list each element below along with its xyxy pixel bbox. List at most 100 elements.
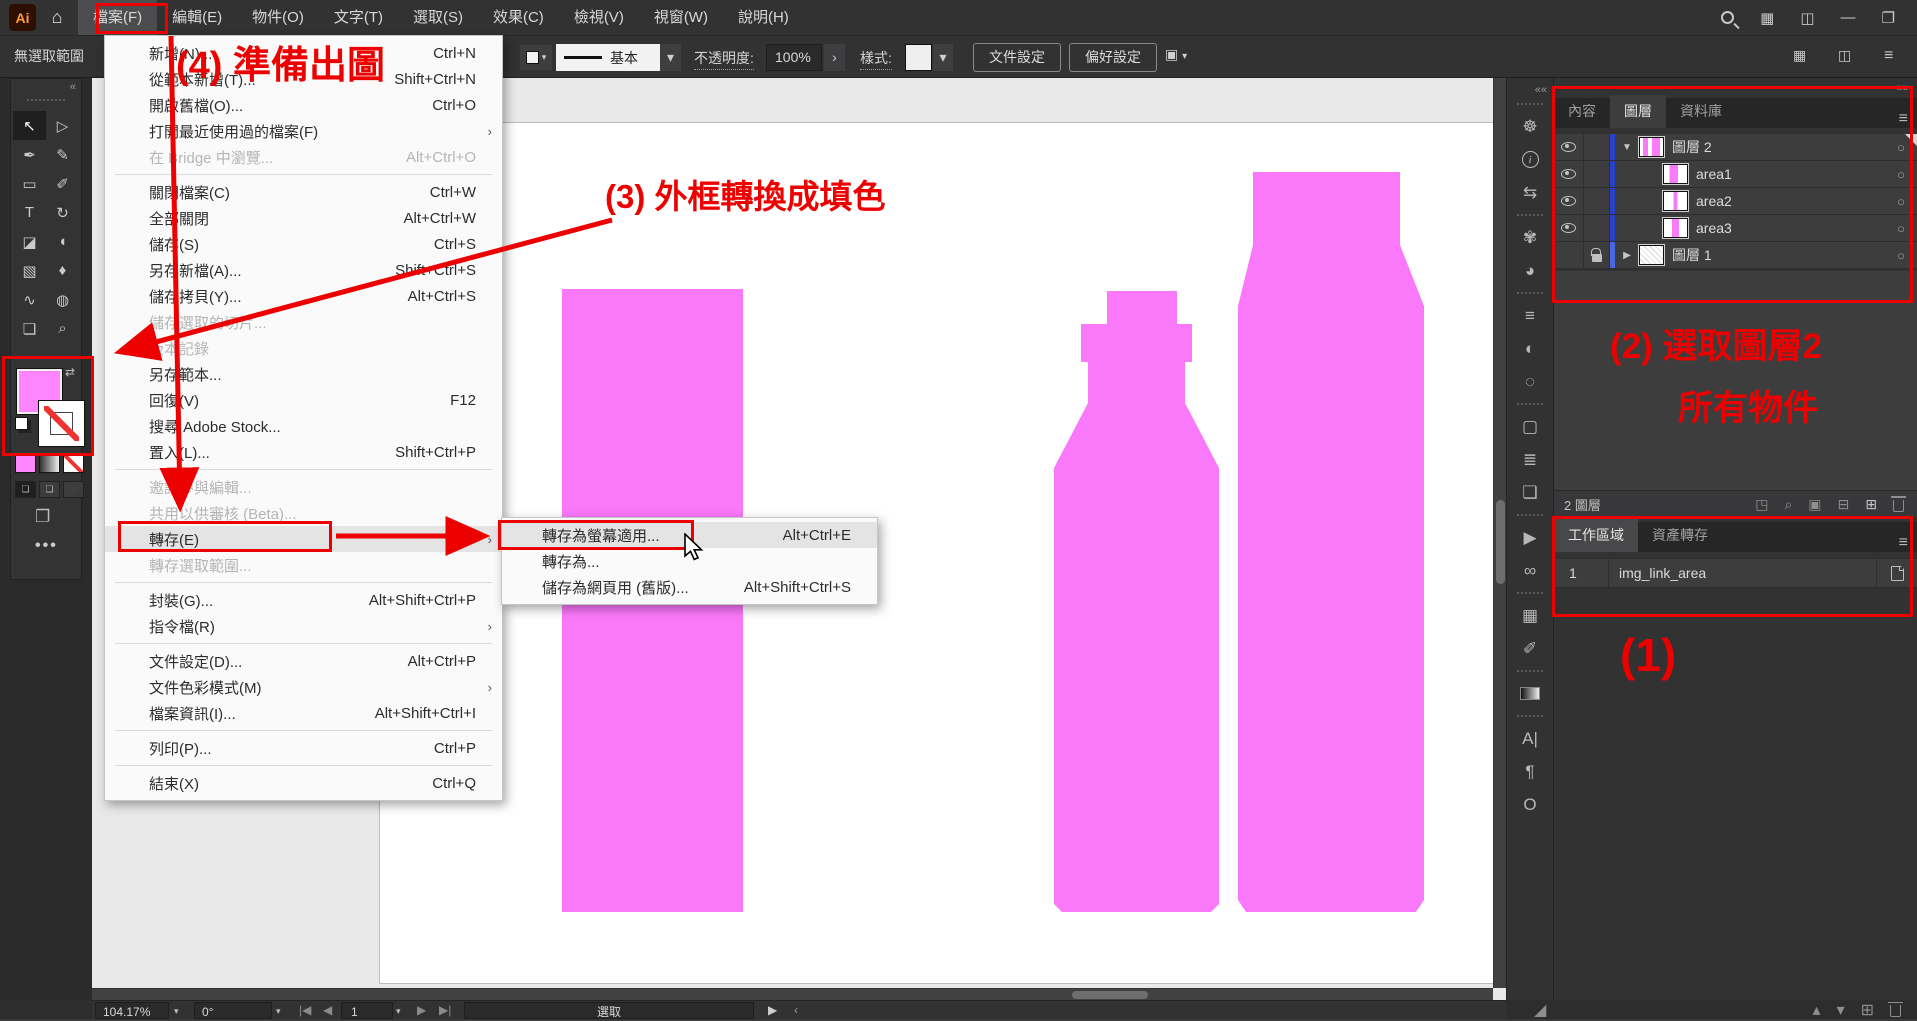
file-menu-item-6[interactable]: 關閉檔案(C)Ctrl+W [105,179,502,205]
rectangle-tool[interactable]: ▭ [13,169,46,198]
export-submenu-item-2[interactable]: 儲存為網頁用 (舊版)...Alt+Shift+Ctrl+S [502,574,877,600]
rotation-field[interactable]: 0° [194,1002,272,1019]
dock-drag-handle[interactable] [1517,403,1543,405]
artboard-page-icon[interactable] [1891,566,1904,581]
new-layer-icon[interactable]: ⊞ [1865,496,1877,513]
file-menu-item-2[interactable]: 開啟舊檔(O)...Ctrl+O [105,92,502,118]
resize-handle-icon[interactable]: ◢ [1506,1000,1546,1020]
style-label[interactable]: 樣式: [860,48,892,70]
dock-drag-handle[interactable] [1517,103,1543,105]
panel-menu-icon[interactable]: ≡ [1899,534,1917,552]
visibility-toggle[interactable] [1554,134,1584,160]
none-mode-button[interactable] [63,455,84,473]
file-menu-item-23[interactable]: 封裝(G)...Alt+Shift+Ctrl+P [105,587,502,613]
direct-selection-tool[interactable]: ▷ [46,111,79,140]
status-play-icon[interactable]: ▶ [768,1001,777,1020]
layer-row[interactable]: area1○ [1554,161,1917,188]
arrange-documents-icon[interactable]: ◫ [1800,9,1814,27]
visibility-toggle[interactable] [1554,188,1584,214]
layer-name[interactable]: area3 [1696,220,1884,236]
visibility-toggle[interactable] [1554,215,1584,241]
layer-row[interactable]: area2○ [1554,188,1917,215]
first-artboard-icon[interactable]: |◀ [299,1001,311,1020]
shape-builder-tool[interactable]: ◍ [46,285,79,314]
transform-icon[interactable]: ▢ [1512,410,1548,443]
bottle-shape-small[interactable] [1054,291,1219,912]
vertical-scrollbar-thumb[interactable] [1496,500,1505,584]
dock-drag-handle[interactable] [1517,292,1543,294]
selection-options-icon[interactable]: ◌ [1512,365,1548,398]
menubar-item-object[interactable]: 物件(O) [237,0,319,35]
layer-thumbnail[interactable] [1639,245,1664,265]
eraser-tool[interactable]: ◪ [13,227,46,256]
menubar-item-help[interactable]: 說明(H) [723,0,804,35]
file-menu-item-7[interactable]: 全部關閉Alt+Ctrl+W [105,205,502,231]
dock-drag-handle[interactable] [1517,670,1543,672]
file-menu-item-30[interactable]: 列印(P)...Ctrl+P [105,735,502,761]
file-menu-item-3[interactable]: 打開最近使用過的檔案(F)› [105,118,502,144]
isolate-selection-icon[interactable]: ▣ ▾ [1165,46,1187,63]
panel-drag-handle[interactable] [27,99,65,101]
tab-資料庫[interactable]: 資料庫 [1666,95,1736,128]
layer-row[interactable]: area3○ [1554,215,1917,242]
panel-toggle-icon[interactable]: ◫ [1838,47,1851,64]
properties-icon[interactable]: ☸ [1512,110,1548,143]
horizontal-scrollbar[interactable] [92,988,1493,1000]
home-icon[interactable]: ⌂ [36,7,78,28]
screen-mode-icon[interactable]: ❐ [35,507,50,527]
tab-圖層[interactable]: 圖層 [1610,95,1666,128]
menubar-item-window[interactable]: 視窗(W) [639,0,723,35]
lock-toggle[interactable] [1584,188,1610,214]
target-circle-icon[interactable]: ○ [1884,167,1917,182]
delete-layer-icon[interactable] [1893,500,1904,512]
brushes-icon[interactable]: ✐ [1512,632,1548,665]
pathfinder-icon[interactable]: ❏ [1512,476,1548,509]
grid-panel-icon[interactable]: ▦ [1793,47,1806,64]
expand-dock-icon[interactable]: «« [1535,84,1553,98]
hamburger-menu-icon[interactable]: ≡ [1884,47,1893,65]
paragraph-icon[interactable]: ¶ [1512,755,1548,788]
restore-icon[interactable]: ❐ [1882,9,1895,27]
stroke-style-dropdown[interactable]: 基本 [556,44,660,71]
status-collapse-icon[interactable]: ‹ [794,1001,798,1020]
opacity-input[interactable]: 100% [766,44,822,71]
collapse-panel-icon[interactable]: « [70,81,76,93]
color-mode-button[interactable] [15,455,36,473]
file-menu-item-32[interactable]: 結束(X)Ctrl+Q [105,770,502,796]
illustrator-logo[interactable]: Ai [9,4,36,31]
file-menu-item-20[interactable]: 轉存(E)› [105,526,502,552]
opacity-label[interactable]: 不透明度: [694,48,754,70]
file-menu-item-8[interactable]: 儲存(S)Ctrl+S [105,231,502,257]
new-asset-icon[interactable]: ⊞ [1861,1000,1874,1020]
file-menu-item-26[interactable]: 文件設定(D)...Alt+Ctrl+P [105,648,502,674]
asset-export-icon[interactable]: ⇆ [1512,176,1548,209]
selection-tool[interactable]: ↖ [13,111,46,140]
lock-toggle[interactable] [1584,134,1610,160]
opacity-expand-arrow[interactable]: › [824,44,845,71]
artboard-row[interactable]: 1 img_link_area [1554,558,1917,588]
menubar-item-select[interactable]: 選取(S) [398,0,478,35]
lock-toggle[interactable] [1584,161,1610,187]
horizontal-scrollbar-thumb[interactable] [1072,991,1148,999]
file-menu-item-0[interactable]: 新增(N)...Ctrl+N [105,40,502,66]
tab-資產轉存[interactable]: 資產轉存 [1638,519,1722,552]
file-menu-item-14[interactable]: 回復(V)F12 [105,387,502,413]
visibility-toggle[interactable] [1554,242,1584,268]
layer-row[interactable]: ▶圖層 1○ [1554,242,1917,269]
style-swatch[interactable] [905,44,932,71]
search-icon[interactable] [1721,11,1734,24]
rotate-tool[interactable]: ↻ [46,198,79,227]
lock-toggle[interactable] [1584,242,1610,268]
links-icon[interactable]: ∞ [1512,554,1548,587]
stroke-icon[interactable]: ≡ [1512,299,1548,332]
menubar-item-effect[interactable]: 效果(C) [478,0,559,35]
tab-內容[interactable]: 內容 [1554,95,1610,128]
default-fill-stroke-icon[interactable] [15,417,28,430]
zoom-level-field[interactable]: 104.17% [95,1002,169,1019]
dock-drag-handle[interactable] [1517,514,1543,516]
rotation-chevron-icon[interactable]: ▾ [276,1002,281,1021]
layer-thumbnail[interactable] [1663,164,1688,184]
opentype-icon[interactable]: O [1512,788,1548,821]
file-menu-item-27[interactable]: 文件色彩模式(M)› [105,674,502,700]
artboard-nav-field[interactable]: 1 [341,1002,393,1019]
